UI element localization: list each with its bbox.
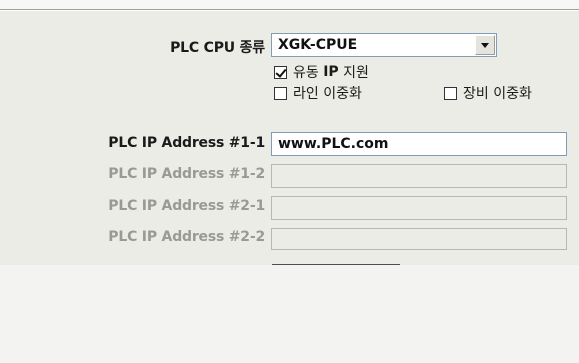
line-redundancy-checkbox[interactable]: 라인 이중화 [274,83,362,103]
cpu-type-selected-value: XGK-CPUE [278,37,358,53]
ip-address-2-1-input [271,196,567,220]
cpu-type-label: PLC CPU 종류 [170,40,265,56]
settings-window: PLC CPU 종류 XGK-CPUE 유동 IP 지원 라인 이중화 장비 이… [0,0,579,363]
ip-address-1-1-input[interactable]: www.PLC.com [271,132,567,156]
ip-address-1-1-label: PLC IP Address #1-1 [108,135,265,151]
floating-ip-label-bold: IP [323,64,339,80]
cpu-type-select[interactable]: XGK-CPUE [271,33,497,57]
ip-address-1-1-value: www.PLC.com [278,136,389,152]
checkbox-checked-icon[interactable] [274,65,287,79]
ip-address-1-2-input [271,164,567,188]
ip-address-2-1-label: PLC IP Address #2-1 [108,198,265,214]
checkbox-unchecked-icon[interactable] [274,86,287,100]
floating-ip-label-prefix: 유동 [293,65,324,81]
ip-address-2-2-label: PLC IP Address #2-2 [108,229,265,245]
floating-ip-label-suffix: 지원 [338,65,369,81]
floating-ip-checkbox[interactable]: 유동 IP 지원 [274,62,369,82]
chevron-down-icon[interactable] [475,35,495,55]
device-redundancy-checkbox[interactable]: 장비 이중화 [444,83,532,103]
checkbox-unchecked-icon[interactable] [444,86,457,100]
line-redundancy-label: 라인 이중화 [293,86,362,102]
ip-address-1-2-label: PLC IP Address #1-2 [108,166,265,182]
ip-address-2-2-input [271,228,567,250]
lower-empty-area [0,265,579,363]
window-top-border [0,0,579,11]
device-redundancy-label: 장비 이중화 [463,86,532,102]
